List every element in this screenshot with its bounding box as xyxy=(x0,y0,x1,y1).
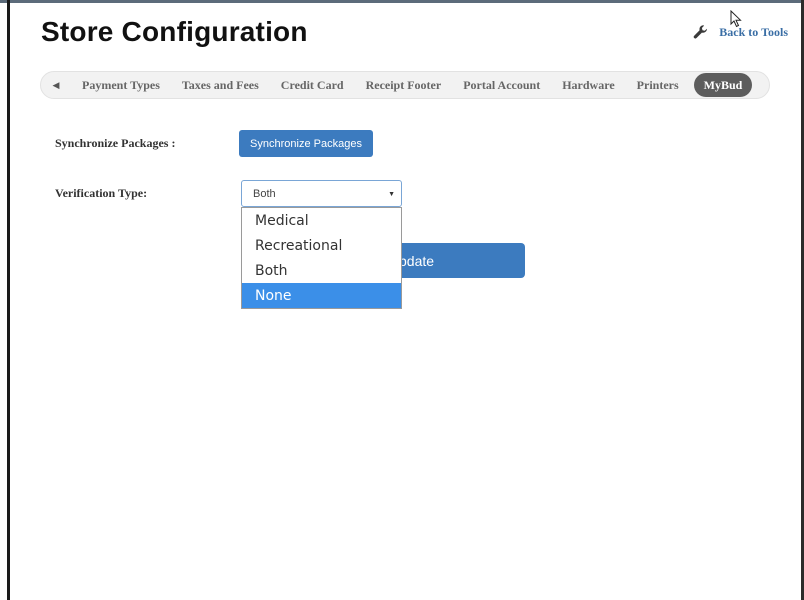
window-left-edge xyxy=(7,0,10,600)
sync-packages-label: Synchronize Packages : xyxy=(55,136,176,150)
update-button[interactable]: pdate xyxy=(390,243,525,278)
tab-taxes-and-fees[interactable]: Taxes and Fees xyxy=(171,72,270,98)
tab-printers[interactable]: Printers xyxy=(626,72,690,98)
option-both[interactable]: Both xyxy=(242,258,401,283)
verification-type-value: Both xyxy=(253,187,276,200)
option-none[interactable]: None xyxy=(242,283,401,308)
caret-down-icon: ▼ xyxy=(388,191,395,198)
mouse-pointer-icon xyxy=(730,10,742,28)
verification-type-select[interactable]: Both ▼ xyxy=(241,180,402,207)
tab-hardware[interactable]: Hardware xyxy=(551,72,625,98)
verification-type-dropdown: Medical Recreational Both None xyxy=(241,207,402,309)
tab-credit-card[interactable]: Credit Card xyxy=(270,72,355,98)
option-recreational[interactable]: Recreational xyxy=(242,233,401,258)
option-medical[interactable]: Medical xyxy=(242,208,401,233)
tab-portal-account[interactable]: Portal Account xyxy=(452,72,551,98)
verification-type-label: Verification Type: xyxy=(55,186,148,200)
tab-payment-types[interactable]: Payment Types xyxy=(71,72,171,98)
tab-mybud[interactable]: MyBud xyxy=(693,73,753,97)
tab-receipt-footer[interactable]: Receipt Footer xyxy=(355,72,453,98)
caret-left-icon[interactable]: ◀ xyxy=(41,72,71,98)
config-tab-strip: ◀ Payment Types Taxes and Fees Credit Ca… xyxy=(40,71,770,99)
wrench-icon xyxy=(694,25,708,39)
page-title: Store Configuration xyxy=(41,16,308,47)
synchronize-packages-button[interactable]: Synchronize Packages xyxy=(239,130,373,157)
window-top-edge xyxy=(0,0,804,3)
